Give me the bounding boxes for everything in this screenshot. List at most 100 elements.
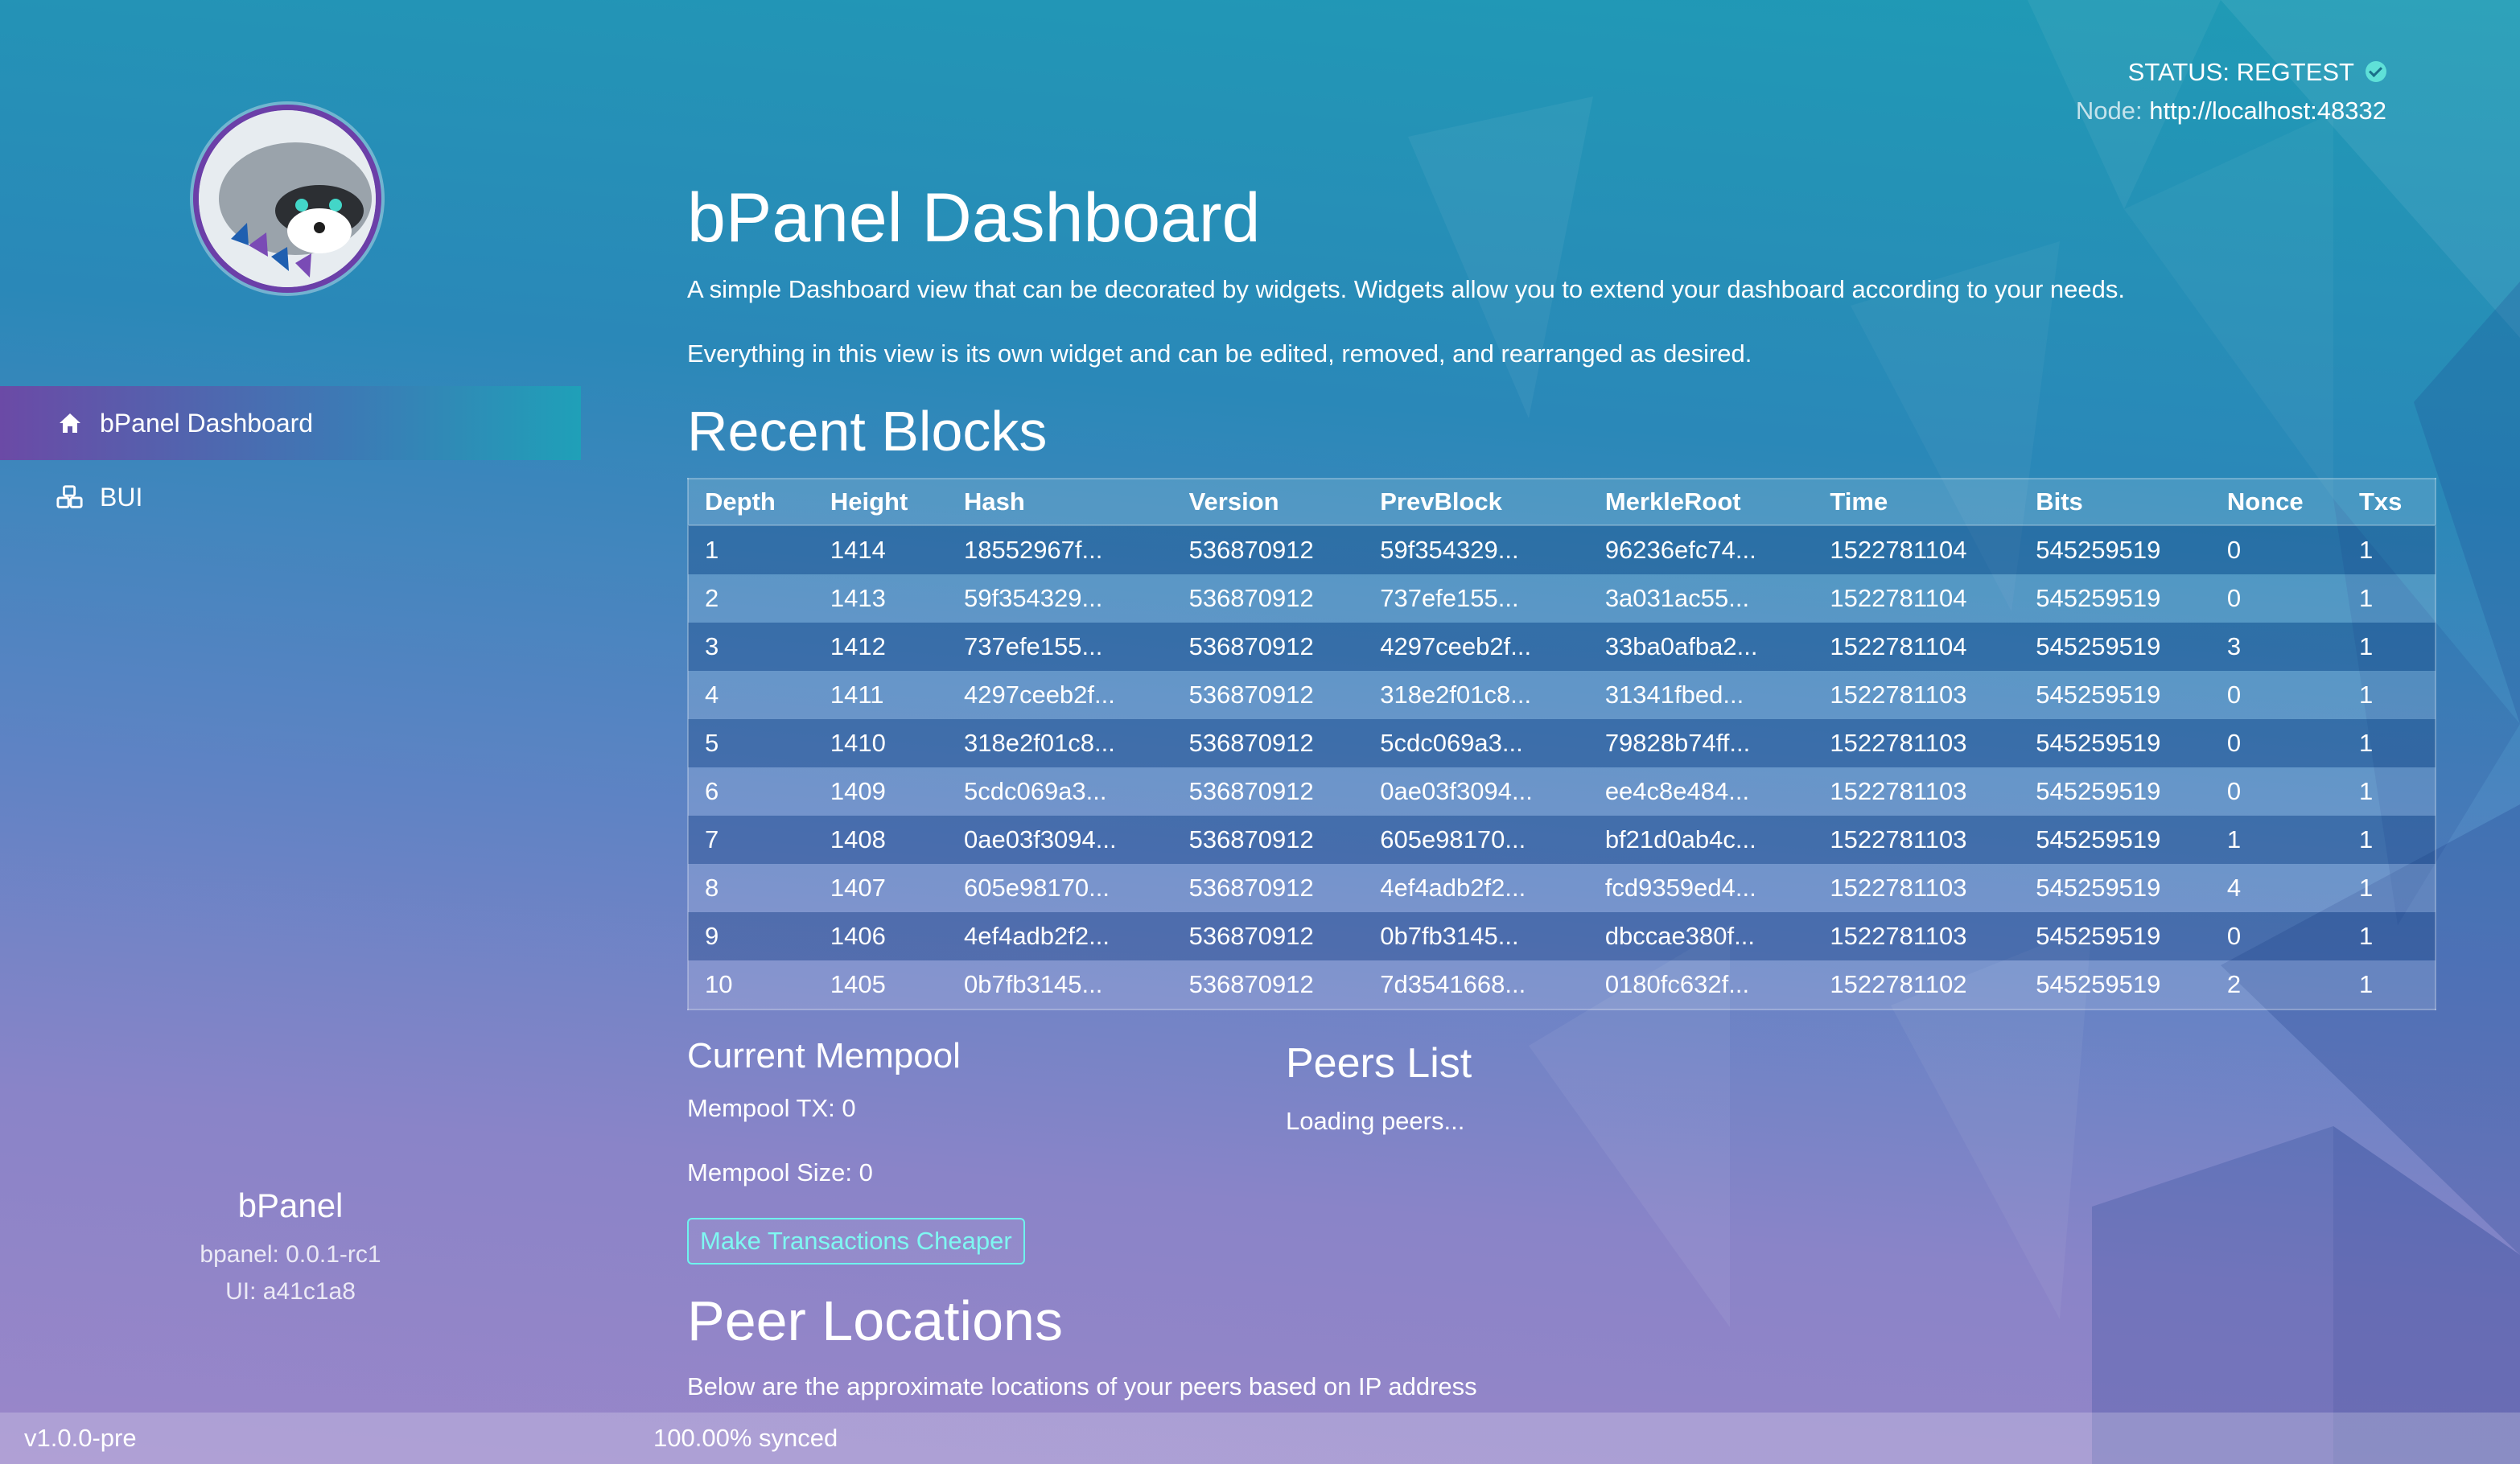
column-header[interactable]: Height: [813, 479, 948, 526]
column-header[interactable]: Time: [1814, 479, 2020, 526]
sidebar-item-label: bPanel Dashboard: [100, 408, 314, 438]
column-header[interactable]: MerkleRoot: [1588, 479, 1814, 526]
table-cell: 2: [688, 574, 814, 623]
peer-locations-heading: Peer Locations: [687, 1289, 1063, 1352]
table-cell: 0ae03f3094...: [947, 816, 1173, 864]
table-cell: 536870912: [1172, 767, 1365, 816]
recent-blocks-heading: Recent Blocks: [687, 400, 1048, 463]
table-cell: bf21d0ab4c...: [1588, 816, 1814, 864]
table-row[interactable]: 1 1414 18552967f... 536870912 59f354329... 96…: [688, 525, 2436, 574]
mempool-tx-count: Mempool TX: 0: [687, 1094, 856, 1122]
node-label: Node:: [2075, 97, 2143, 125]
table-row[interactable]: 3 1412 737efe155... 536870912 4297ceeb2f... 3…: [688, 623, 2436, 671]
table-row[interactable]: 7 1408 0ae03f3094... 536870912 605e98170... b…: [688, 816, 2436, 864]
table-cell: 0b7fb3145...: [947, 960, 1173, 1010]
table-cell: 545259519: [2020, 574, 2211, 623]
table-cell: 0: [2210, 767, 2343, 816]
table-row[interactable]: 10 1405 0b7fb3145... 536870912 7d3541668... 0…: [688, 960, 2436, 1010]
table-cell: 1522781103: [1814, 912, 2020, 960]
table-cell: 1: [2342, 864, 2436, 912]
table-cell: 4297ceeb2f...: [947, 671, 1173, 719]
table-cell: 5cdc069a3...: [947, 767, 1173, 816]
sidebar-item-bui[interactable]: BUI: [0, 460, 581, 534]
column-header[interactable]: Version: [1172, 479, 1365, 526]
sidebar-item-label: BUI: [100, 482, 143, 512]
table-cell: 0b7fb3145...: [1364, 912, 1589, 960]
sidebar-footer: bPanel bpanel: 0.0.1-rc1 UI: a41c1a8: [0, 1186, 581, 1310]
table-row[interactable]: 9 1406 4ef4adb2f2... 536870912 0b7fb3145... d…: [688, 912, 2436, 960]
table-cell: 0: [2210, 525, 2343, 574]
table-cell: 31341fbed...: [1588, 671, 1814, 719]
table-cell: 605e98170...: [1364, 816, 1589, 864]
table-cell: 536870912: [1172, 525, 1365, 574]
table-cell: 536870912: [1172, 912, 1365, 960]
table-cell: 545259519: [2020, 525, 2211, 574]
table-cell: 0ae03f3094...: [1364, 767, 1589, 816]
raccoon-logo-icon: [199, 110, 376, 287]
table-cell: 1522781104: [1814, 623, 2020, 671]
column-header[interactable]: Nonce: [2210, 479, 2343, 526]
table-cell: 545259519: [2020, 864, 2211, 912]
table-cell: 96236efc74...: [1588, 525, 1814, 574]
table-cell: 1413: [813, 574, 948, 623]
dashboard-description-2: Everything in this view is its own widge…: [687, 339, 1752, 368]
table-cell: dbccae380f...: [1588, 912, 1814, 960]
table-cell: 4ef4adb2f2...: [947, 912, 1173, 960]
table-cell: 10: [688, 960, 814, 1010]
table-cell: 1522781103: [1814, 671, 2020, 719]
logo-avatar: [193, 105, 381, 293]
app-name: bPanel: [237, 1186, 344, 1224]
cubes-icon: [56, 483, 84, 511]
recent-blocks-table: Depth Height Hash Version PrevBlock Merk…: [687, 478, 2436, 1010]
column-header[interactable]: PrevBlock: [1364, 479, 1589, 526]
table-cell: 59f354329...: [947, 574, 1173, 623]
table-row[interactable]: 5 1410 318e2f01c8... 536870912 5cdc069a3... 7…: [688, 719, 2436, 767]
column-header[interactable]: Txs: [2342, 479, 2436, 526]
table-cell: 0: [2210, 574, 2343, 623]
peers-list-heading: Peers List: [1286, 1040, 1472, 1087]
dashboard-description: A simple Dashboard view that can be deco…: [687, 275, 2125, 303]
sidebar-item-bpanel-dashboard[interactable]: bPanel Dashboard: [0, 386, 581, 460]
table-cell: 605e98170...: [947, 864, 1173, 912]
table-cell: 1406: [813, 912, 948, 960]
node-url: http://localhost:48332: [2149, 97, 2386, 125]
recent-blocks-body: 1 1414 18552967f... 536870912 59f354329... 96…: [688, 525, 2436, 1010]
table-cell: 1: [2342, 816, 2436, 864]
bpanel-version: bpanel: 0.0.1-rc1: [200, 1241, 381, 1268]
table-cell: 536870912: [1172, 574, 1365, 623]
table-cell: 536870912: [1172, 816, 1365, 864]
table-row[interactable]: 2 1413 59f354329... 536870912 737efe155... 3a…: [688, 574, 2436, 623]
table-cell: 1: [2210, 816, 2343, 864]
table-cell: 1: [2342, 912, 2436, 960]
table-cell: 1522781104: [1814, 525, 2020, 574]
table-cell: 1407: [813, 864, 948, 912]
make-transactions-cheaper-button[interactable]: Make Transactions Cheaper: [687, 1218, 1025, 1265]
table-cell: 1: [2342, 525, 2436, 574]
table-row[interactable]: 6 1409 5cdc069a3... 536870912 0ae03f3094... e…: [688, 767, 2436, 816]
table-cell: 545259519: [2020, 816, 2211, 864]
table-cell: 1408: [813, 816, 948, 864]
mempool-heading: Current Mempool: [687, 1036, 961, 1075]
table-cell: 1522781102: [1814, 960, 2020, 1010]
table-cell: 318e2f01c8...: [1364, 671, 1589, 719]
table-cell: 1522781103: [1814, 719, 2020, 767]
column-header[interactable]: Bits: [2020, 479, 2211, 526]
column-header[interactable]: Hash: [947, 479, 1173, 526]
table-cell: 318e2f01c8...: [947, 719, 1173, 767]
table-row[interactable]: 8 1407 605e98170... 536870912 4ef4adb2f2... f…: [688, 864, 2436, 912]
home-icon: [56, 409, 84, 437]
table-row[interactable]: 4 1411 4297ceeb2f... 536870912 318e2f01c8...…: [688, 671, 2436, 719]
table-cell: 33ba0afba2...: [1588, 623, 1814, 671]
table-cell: 737efe155...: [947, 623, 1173, 671]
app-version: v1.0.0-pre: [24, 1424, 137, 1452]
column-header[interactable]: Depth: [688, 479, 814, 526]
table-cell: 1: [2342, 671, 2436, 719]
table-cell: 5: [688, 719, 814, 767]
table-cell: 545259519: [2020, 671, 2211, 719]
table-cell: 1414: [813, 525, 948, 574]
table-cell: 1: [2342, 574, 2436, 623]
table-cell: 1405: [813, 960, 948, 1010]
table-cell: 1: [2342, 960, 2436, 1010]
table-cell: 1: [688, 525, 814, 574]
table-cell: 536870912: [1172, 623, 1365, 671]
